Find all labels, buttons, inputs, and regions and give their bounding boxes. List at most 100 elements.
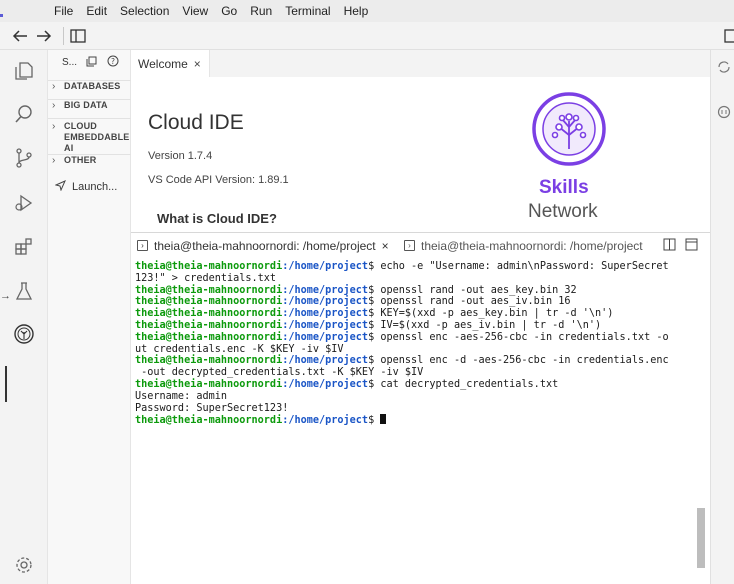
terminal-line: ut credentials.enc -K $KEY -iv $IV xyxy=(135,343,344,355)
command-text: $ openssl rand -out aes_key.bin 32 xyxy=(368,284,577,296)
command-text: $ echo -e "Username: admin\nPassword: Su… xyxy=(368,261,669,272)
toolbar xyxy=(0,22,734,50)
collapse-all-icon[interactable] xyxy=(86,56,97,70)
help-icon[interactable]: ? xyxy=(107,55,119,70)
prompt-user: theia@theia-mahnoornordi xyxy=(135,415,283,427)
gear-icon[interactable] xyxy=(11,552,37,578)
prompt-path: :/home/project xyxy=(282,331,369,343)
window-edge-mark xyxy=(0,14,3,17)
svg-text:?: ? xyxy=(111,57,115,66)
section-databases[interactable]: › DATABASES xyxy=(48,80,131,98)
skills-network-icon[interactable] xyxy=(11,321,37,347)
drag-handle-icon[interactable]: → xyxy=(0,290,12,304)
terminal-lines: theia@theia-mahnoornordi:/home/project$ … xyxy=(135,261,707,427)
extensions-icon[interactable] xyxy=(11,234,37,260)
menu-item-file[interactable]: File xyxy=(54,4,73,18)
active-indicator xyxy=(5,366,7,402)
prompt-path: :/home/project xyxy=(282,355,369,367)
sync-icon[interactable] xyxy=(717,60,731,77)
terminal-actions xyxy=(663,238,698,254)
arrow-left-icon[interactable] xyxy=(10,26,30,46)
files-icon[interactable] xyxy=(11,58,37,84)
prompt-user: theia@theia-mahnoornordi xyxy=(135,296,283,308)
api-version-text: VS Code API Version: 1.89.1 xyxy=(148,174,289,186)
command-text: $ openssl enc -d -aes-256-cbc -in creden… xyxy=(368,355,669,367)
chevron-right-icon: › xyxy=(52,121,56,132)
search-icon[interactable] xyxy=(11,101,37,127)
prompt-path: :/home/project xyxy=(282,415,369,427)
section-cloud-embeddable-ai[interactable]: › CLOUD EMBEDDABLE AI xyxy=(48,118,131,153)
terminal-line: Password: SuperSecret123! xyxy=(135,402,289,414)
terminal-icon: › xyxy=(137,240,148,251)
command-text: $ IV=$(xxd -p aes_iv.bin | tr -d '\n') xyxy=(368,319,602,331)
page-title: Cloud IDE xyxy=(148,111,244,134)
close-icon[interactable]: × xyxy=(194,57,201,71)
editor-tabs: Welcome × xyxy=(131,50,710,77)
prompt-user: theia@theia-mahnoornordi xyxy=(135,261,283,272)
chevron-right-icon: › xyxy=(52,81,56,92)
command-text: $ KEY=$(xxd -p aes_key.bin | tr -d '\n') xyxy=(368,308,614,320)
terminal-line: theia@theia-mahnoornordi:/home/project$ … xyxy=(135,332,707,344)
skills-network-logo-icon xyxy=(531,91,607,167)
menu-item-go[interactable]: Go xyxy=(221,4,237,18)
prompt-user: theia@theia-mahnoornordi xyxy=(135,355,283,367)
terminal-tab-1[interactable]: › theia@theia-mahnoornordi: /home/projec… xyxy=(137,233,389,258)
command-text: $ cat decrypted_credentials.txt xyxy=(368,378,559,390)
chevron-right-icon: › xyxy=(52,100,56,111)
sidebar-header: S... ? xyxy=(48,50,131,75)
command-text: $ openssl enc -aes-256-cbc -in credentia… xyxy=(368,331,669,343)
prompt-path: :/home/project xyxy=(282,319,369,331)
prompt-user: theia@theia-mahnoornordi xyxy=(135,308,283,320)
terminal-line: theia@theia-mahnoornordi:/home/project$ xyxy=(135,414,707,427)
prompt-user: theia@theia-mahnoornordi xyxy=(135,331,283,343)
debug-icon[interactable] xyxy=(11,190,37,216)
arrow-right-icon[interactable] xyxy=(34,26,54,46)
terminal-scrollbar[interactable] xyxy=(697,508,705,568)
menu-item-run[interactable]: Run xyxy=(250,4,272,18)
terminal-line: theia@theia-mahnoornordi:/home/project$ … xyxy=(135,308,707,320)
terminal-output[interactable]: theia@theia-mahnoornordi:/home/project$ … xyxy=(131,257,710,584)
source-control-icon[interactable] xyxy=(11,145,37,171)
section-big-data[interactable]: › BIG DATA xyxy=(48,99,131,117)
send-icon xyxy=(54,180,66,194)
command-text: $ xyxy=(368,415,381,427)
terminal-tab-2[interactable]: › theia@theia-mahnoornordi: /home/projec… xyxy=(404,233,643,258)
prompt-path: :/home/project xyxy=(282,378,369,390)
terminal-tabs: › theia@theia-mahnoornordi: /home/projec… xyxy=(131,232,710,257)
terminal-line: theia@theia-mahnoornordi:/home/project$ … xyxy=(135,261,707,273)
brand-skills: Skills xyxy=(539,177,589,198)
terminal-line: theia@theia-mahnoornordi:/home/project$ … xyxy=(135,379,707,391)
menu-item-help[interactable]: Help xyxy=(344,4,369,18)
section-other[interactable]: › OTHER xyxy=(48,154,131,174)
launch-item[interactable]: Launch... xyxy=(54,180,117,194)
menu-item-terminal[interactable]: Terminal xyxy=(285,4,330,18)
welcome-page: Cloud IDE Version 1.7.4 VS Code API Vers… xyxy=(131,77,710,230)
command-text: $ openssl rand -out aes_iv.bin 16 xyxy=(368,296,571,308)
terminal-line: -out decrypted_credentials.txt -K $KEY -… xyxy=(135,367,424,379)
menu-item-edit[interactable]: Edit xyxy=(86,4,107,18)
panel-toggle-icon[interactable] xyxy=(722,26,734,46)
prompt-path: :/home/project xyxy=(282,261,369,272)
split-terminal-icon[interactable] xyxy=(663,238,676,254)
version-text: Version 1.7.4 xyxy=(148,150,213,162)
terminal-line: theia@theia-mahnoornordi:/home/project$ … xyxy=(135,355,707,367)
prompt-path: :/home/project xyxy=(282,296,369,308)
activity-bar xyxy=(0,50,48,584)
terminal-line: theia@theia-mahnoornordi:/home/project$ … xyxy=(135,285,707,297)
terminal-line: theia@theia-mahnoornordi:/home/project$ … xyxy=(135,296,707,308)
prompt-user: theia@theia-mahnoornordi xyxy=(135,319,283,331)
menu-item-view[interactable]: View xyxy=(182,4,208,18)
explorer-sidebar: S... ? › DATABASES › BIG DATA › CLOUD EM… xyxy=(48,50,131,584)
outline-icon[interactable] xyxy=(717,105,731,122)
menu-item-selection[interactable]: Selection xyxy=(120,4,169,18)
tab-welcome[interactable]: Welcome × xyxy=(131,50,210,77)
prompt-path: :/home/project xyxy=(282,308,369,320)
prompt-user: theia@theia-mahnoornordi xyxy=(135,378,283,390)
brand-network: Network xyxy=(528,201,598,222)
maximize-panel-icon[interactable] xyxy=(685,238,698,254)
split-layout-icon[interactable] xyxy=(68,26,88,46)
close-icon[interactable]: × xyxy=(382,239,389,253)
flask-icon[interactable] xyxy=(11,278,37,304)
terminal-line: 123!" > credentials.txt xyxy=(135,272,277,284)
toolbar-divider xyxy=(63,27,64,45)
